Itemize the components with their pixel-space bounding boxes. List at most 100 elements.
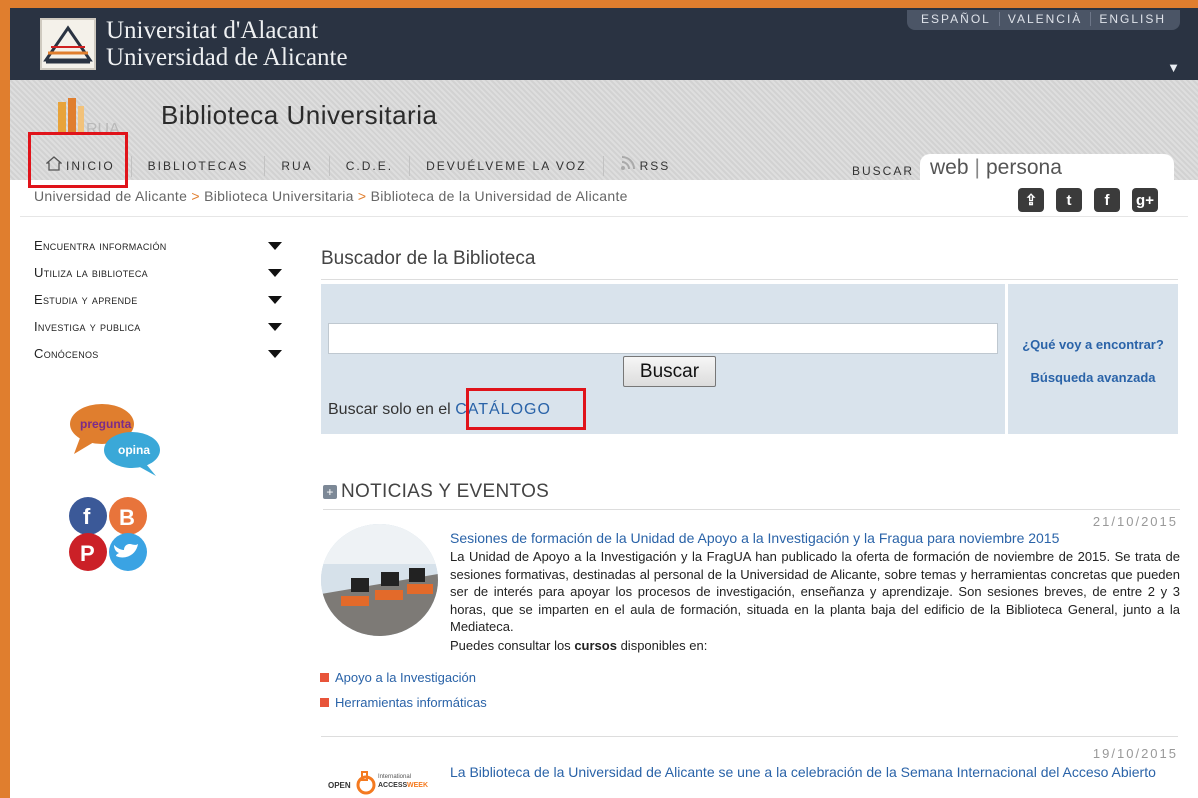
caret-down-icon bbox=[268, 268, 282, 277]
news-date: 19/10/2015 bbox=[1092, 746, 1178, 761]
left-menu-estudia-y-aprende[interactable]: Estudia y aprende bbox=[34, 286, 282, 313]
left-menu-investiga-y-publica[interactable]: Investiga y publica bbox=[34, 313, 282, 340]
news-image-computer-lab bbox=[321, 524, 438, 636]
news-link-label: Apoyo a la Investigación bbox=[335, 670, 476, 685]
breadcrumb-item-universidad[interactable]: Universidad de Alicante bbox=[34, 188, 187, 204]
consult-after: disponibles en: bbox=[620, 638, 708, 653]
news-date: 21/10/2015 bbox=[1092, 514, 1178, 529]
divider bbox=[323, 509, 1180, 510]
search-tab-persona[interactable]: persona bbox=[986, 156, 1062, 179]
nav-devuelveme-la-voz[interactable]: DEVUÉLVEME LA VOZ bbox=[410, 156, 604, 176]
university-topbar: Universitat d'Alacant Universidad de Ali… bbox=[10, 8, 1198, 80]
left-menu-utiliza-la-biblioteca[interactable]: Utiliza la biblioteca bbox=[34, 259, 282, 286]
news-body: La Unidad de Apoyo a la Investigación y … bbox=[450, 549, 1180, 634]
busqueda-avanzada-link[interactable]: Búsqueda avanzada bbox=[1008, 370, 1178, 385]
nav-rss-label: RSS bbox=[639, 159, 671, 173]
language-selector: ESPAÑOL VALENCIÀ ENGLISH bbox=[907, 10, 1180, 30]
left-menu-label: Encuentra información bbox=[34, 238, 167, 253]
share-icons: ⇪ t f g+ bbox=[1018, 188, 1158, 212]
chevron-down-icon[interactable]: ▼ bbox=[1167, 60, 1180, 75]
university-name-spanish: Universidad de Alicante bbox=[106, 44, 348, 71]
rua-logo[interactable]: RUA bbox=[46, 98, 126, 138]
lang-espanol[interactable]: ESPAÑOL bbox=[913, 12, 999, 26]
oa-access-text: ACCESS bbox=[378, 782, 408, 789]
social-media-icons: f B P bbox=[66, 494, 150, 578]
search-tab-separator: | bbox=[974, 156, 980, 179]
news-title-link[interactable]: Sesiones de formación de la Unidad de Ap… bbox=[450, 530, 1180, 546]
breadcrumb-item-biblioteca-ua: Biblioteca de la Universidad de Alicante bbox=[370, 188, 628, 204]
facebook-icon[interactable]: f bbox=[1094, 188, 1120, 212]
divider bbox=[20, 216, 1188, 217]
left-menu-label: Investiga y publica bbox=[34, 319, 141, 334]
breadcrumb-separator: > bbox=[191, 188, 200, 204]
left-menu-encuentra-informacion[interactable]: Encuentra información bbox=[34, 232, 282, 259]
pinterest-icon[interactable]: P bbox=[69, 533, 107, 571]
pregunta-opina-bubbles[interactable]: pregunta opina bbox=[66, 400, 166, 480]
library-search-input[interactable] bbox=[328, 323, 998, 354]
nav-inicio[interactable]: INICIO bbox=[30, 155, 132, 177]
left-menu: Encuentra información Utiliza la bibliot… bbox=[34, 232, 282, 367]
search-section-title: Buscador de la Biblioteca bbox=[321, 248, 536, 269]
library-header: RUA Biblioteca Universitaria INICIO BIBL… bbox=[10, 80, 1198, 184]
bullet-square-icon bbox=[320, 698, 329, 707]
rss-icon bbox=[620, 155, 636, 177]
main-nav: INICIO BIBLIOTECAS RUA C.D.E. DEVUÉLVEME… bbox=[30, 152, 686, 180]
nav-rua[interactable]: RUA bbox=[265, 156, 330, 176]
breadcrumb: Universidad de Alicante > Biblioteca Uni… bbox=[34, 188, 628, 204]
breadcrumb-item-biblioteca-universitaria[interactable]: Biblioteca Universitaria bbox=[204, 188, 354, 204]
news-section-title: + NOTICIAS Y EVENTOS bbox=[323, 481, 549, 503]
caret-down-icon bbox=[268, 322, 282, 331]
facebook-icon[interactable]: f bbox=[69, 497, 107, 535]
lang-english[interactable]: ENGLISH bbox=[1090, 12, 1174, 26]
left-menu-label: Conócenos bbox=[34, 346, 99, 361]
consult-bold: cursos bbox=[574, 638, 617, 653]
divider bbox=[321, 279, 1178, 280]
left-menu-label: Utiliza la biblioteca bbox=[34, 265, 148, 280]
buscar-label: BUSCAR bbox=[852, 164, 915, 178]
open-access-week-logo: OPEN International ACCESS WEEK bbox=[326, 768, 436, 798]
left-menu-label: Estudia y aprende bbox=[34, 292, 138, 307]
oa-open-text: OPEN bbox=[328, 781, 351, 790]
caret-down-icon bbox=[268, 241, 282, 250]
nav-cde[interactable]: C.D.E. bbox=[330, 156, 411, 176]
consult-before: Puedes consultar los bbox=[450, 638, 571, 653]
nav-inicio-label: INICIO bbox=[66, 159, 115, 173]
search-scope-prefix: Buscar solo en el bbox=[328, 401, 451, 418]
search-scope-line: Buscar solo en el CATÁLOGO bbox=[328, 401, 551, 419]
que-voy-a-encontrar-link[interactable]: ¿Qué voy a encontrar? bbox=[1008, 337, 1178, 352]
twitter-icon[interactable]: t bbox=[1056, 188, 1082, 212]
oa-international-text: International bbox=[378, 774, 411, 780]
news-title-link[interactable]: La Biblioteca de la Universidad de Alica… bbox=[450, 764, 1180, 780]
library-title[interactable]: Biblioteca Universitaria bbox=[161, 100, 437, 131]
news-section-label: NOTICIAS Y EVENTOS bbox=[341, 481, 550, 502]
university-name[interactable]: Universitat d'Alacant Universidad de Ali… bbox=[106, 17, 348, 71]
buscar-button[interactable]: Buscar bbox=[623, 356, 716, 387]
twitter-bird-icon[interactable] bbox=[109, 533, 147, 571]
university-logo[interactable] bbox=[40, 18, 96, 70]
search-scope-tabs: web | persona bbox=[920, 154, 1174, 184]
svg-text:P: P bbox=[80, 541, 95, 566]
share-icon[interactable]: ⇪ bbox=[1018, 188, 1044, 212]
search-tab-web[interactable]: web bbox=[930, 156, 969, 179]
university-name-valencian: Universitat d'Alacant bbox=[106, 17, 319, 44]
rua-logo-text: RUA bbox=[86, 121, 120, 138]
blogger-icon[interactable]: B bbox=[109, 497, 147, 535]
news-link-label: Herramientas informáticas bbox=[335, 695, 487, 710]
google-plus-icon[interactable]: g+ bbox=[1132, 188, 1158, 212]
bullet-square-icon bbox=[320, 673, 329, 682]
svg-text:f: f bbox=[83, 504, 91, 529]
catalogo-link[interactable]: CATÁLOGO bbox=[455, 401, 551, 418]
page-frame: Universitat d'Alacant Universidad de Ali… bbox=[0, 0, 1198, 798]
news-link-apoyo-investigacion[interactable]: Apoyo a la Investigación bbox=[320, 670, 476, 685]
home-icon bbox=[45, 155, 63, 177]
pregunta-text: pregunta bbox=[80, 417, 132, 431]
nav-rss[interactable]: RSS bbox=[604, 155, 687, 177]
svg-text:B: B bbox=[119, 505, 135, 530]
divider bbox=[321, 736, 1178, 737]
plus-icon[interactable]: + bbox=[323, 485, 337, 499]
left-menu-conocenos[interactable]: Conócenos bbox=[34, 340, 282, 367]
nav-bibliotecas[interactable]: BIBLIOTECAS bbox=[132, 156, 266, 176]
news-link-herramientas-informaticas[interactable]: Herramientas informáticas bbox=[320, 695, 487, 710]
lang-valencia[interactable]: VALENCIÀ bbox=[998, 12, 1090, 26]
search-side-panel: ¿Qué voy a encontrar? Búsqueda avanzada bbox=[1008, 284, 1178, 434]
